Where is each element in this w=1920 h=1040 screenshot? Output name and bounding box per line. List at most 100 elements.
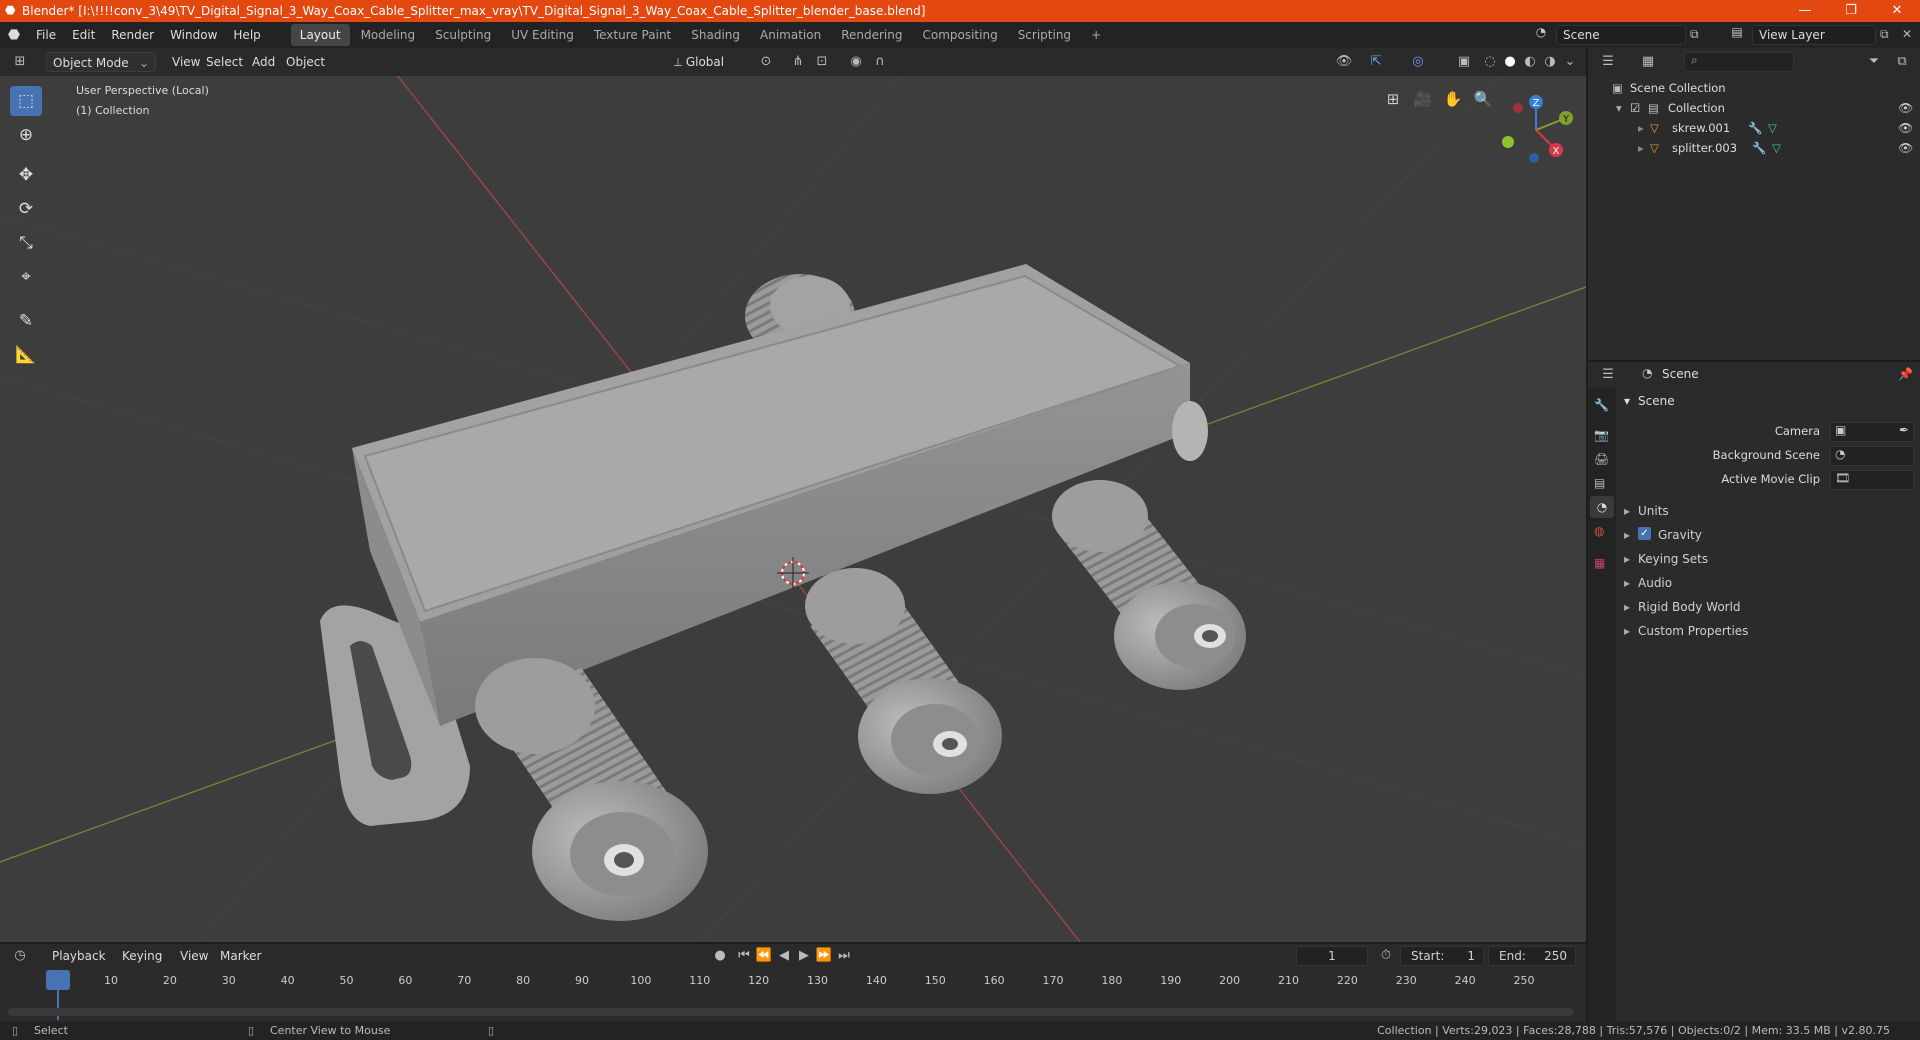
- properties-editor-icon[interactable]: ☰: [1598, 365, 1618, 385]
- menu-add[interactable]: Add: [246, 52, 281, 72]
- scene-field[interactable]: Scene: [1556, 25, 1686, 45]
- tab-modeling[interactable]: Modeling: [352, 24, 425, 46]
- close-icon[interactable]: ✕: [1874, 0, 1920, 22]
- tab-compositing[interactable]: Compositing: [913, 24, 1006, 46]
- gravity-checkbox[interactable]: ✓: [1638, 527, 1651, 540]
- expand-arrow-icon[interactable]: ▸: [1638, 138, 1644, 158]
- annotate-tool-icon[interactable]: ✎: [10, 306, 42, 336]
- menu-object[interactable]: Object: [280, 52, 331, 72]
- panel-collapse-icon[interactable]: ▾: [1624, 394, 1630, 408]
- snap-icon[interactable]: ⋔: [788, 52, 808, 72]
- mesh-data-icon[interactable]: ▽: [1768, 118, 1777, 138]
- minimize-icon[interactable]: —: [1782, 0, 1828, 22]
- shading-options-icon[interactable]: ⌄: [1560, 52, 1580, 72]
- menu-help[interactable]: Help: [225, 22, 268, 48]
- rotate-tool-icon[interactable]: ⟳: [10, 194, 42, 224]
- new-view-layer-icon[interactable]: ⧉: [1880, 27, 1889, 42]
- keying-sets-section[interactable]: ▸ Keying Sets: [1624, 550, 1914, 570]
- collection-checkbox-icon[interactable]: ☑: [1630, 98, 1640, 118]
- select-box-icon[interactable]: ⬚: [10, 86, 42, 116]
- outliner-row-object[interactable]: ▸ ▽ splitter.003 🔧 ▽ 👁: [1588, 138, 1920, 158]
- scale-tool-icon[interactable]: ⤡: [10, 228, 42, 258]
- scene-selector-icon[interactable]: ◔: [1530, 25, 1552, 45]
- units-section[interactable]: ▸ Units: [1624, 502, 1914, 522]
- expand-arrow-icon[interactable]: ▸: [1638, 118, 1644, 138]
- camera-view-icon[interactable]: 🎥: [1410, 86, 1436, 112]
- new-scene-icon[interactable]: ⧉: [1690, 27, 1699, 42]
- navigation-gizmo[interactable]: Z Y X: [1496, 90, 1576, 170]
- cursor-tool-icon[interactable]: ⊕: [10, 120, 42, 150]
- texture-tab-icon[interactable]: ▦: [1594, 556, 1605, 570]
- playhead-indicator[interactable]: [46, 970, 70, 990]
- view-layer-icon[interactable]: ▤: [1726, 25, 1748, 39]
- new-collection-icon[interactable]: ⧉: [1892, 52, 1912, 72]
- maximize-icon[interactable]: ❐: [1828, 0, 1874, 22]
- modifier-wrench-icon[interactable]: 🔧: [1748, 118, 1762, 138]
- outliner-row-collection[interactable]: ▾ ☑ ▤ Collection 👁: [1588, 98, 1920, 118]
- eye-icon[interactable]: 👁: [1898, 138, 1913, 158]
- eyedropper-icon[interactable]: ✒: [1899, 423, 1909, 437]
- zoom-icon[interactable]: 🔍: [1470, 86, 1496, 112]
- scene-panel-title[interactable]: Scene: [1638, 394, 1675, 408]
- menu-window[interactable]: Window: [162, 22, 225, 48]
- timeline-scrollbar[interactable]: [8, 1008, 1574, 1016]
- visibility-icon[interactable]: 👁: [1334, 52, 1354, 72]
- filter-icon[interactable]: ⏷: [1864, 52, 1884, 72]
- pivot-point-icon[interactable]: ⊙: [756, 52, 776, 72]
- falloff-icon[interactable]: ∩: [870, 52, 890, 72]
- tab-layout[interactable]: Layout: [290, 24, 350, 46]
- toggle-ortho-icon[interactable]: ⊞: [1380, 86, 1406, 112]
- tab-scripting[interactable]: Scripting: [1009, 24, 1080, 46]
- add-workspace-icon[interactable]: +: [1082, 24, 1110, 46]
- tab-uv-editing[interactable]: UV Editing: [502, 24, 583, 46]
- background-scene-field[interactable]: ◔: [1830, 446, 1914, 466]
- tab-animation[interactable]: Animation: [751, 24, 830, 46]
- custom-properties-section[interactable]: ▸ Custom Properties: [1624, 622, 1914, 642]
- editor-type-icon[interactable]: ⊞: [10, 52, 30, 72]
- active-movie-clip-field[interactable]: 🎞: [1830, 470, 1914, 490]
- tab-texture-paint[interactable]: Texture Paint: [585, 24, 680, 46]
- outliner-row-object[interactable]: ▸ ▽ skrew.001 🔧 ▽ 👁: [1588, 118, 1920, 138]
- blender-menu-icon[interactable]: ⬣: [0, 27, 28, 43]
- solid-shading-icon[interactable]: ●: [1500, 52, 1520, 72]
- eye-icon[interactable]: 👁: [1898, 118, 1913, 138]
- world-tab-icon[interactable]: ◍: [1594, 524, 1604, 538]
- menu-edit[interactable]: Edit: [64, 22, 103, 48]
- outliner-row-scene-collection[interactable]: ▣ Scene Collection: [1588, 78, 1920, 98]
- remove-view-layer-icon[interactable]: ✕: [1902, 27, 1912, 41]
- tab-shading[interactable]: Shading: [682, 24, 749, 46]
- view-layer-field[interactable]: View Layer: [1752, 25, 1876, 45]
- rendered-shading-icon[interactable]: ◑: [1540, 52, 1560, 72]
- tab-sculpting[interactable]: Sculpting: [426, 24, 500, 46]
- transform-orientation-dropdown[interactable]: ⟂ Global: [668, 52, 744, 72]
- tool-tab-icon[interactable]: 🔧: [1594, 398, 1609, 412]
- overlays-icon[interactable]: ◎: [1408, 52, 1428, 72]
- view-layer-tab-icon[interactable]: ▤: [1594, 476, 1605, 490]
- material-shading-icon[interactable]: ◐: [1520, 52, 1540, 72]
- menu-select[interactable]: Select: [200, 52, 249, 72]
- wireframe-shading-icon[interactable]: ◌: [1480, 52, 1500, 72]
- mode-dropdown[interactable]: Object Mode ⌄: [46, 52, 156, 72]
- menu-render[interactable]: Render: [103, 22, 162, 48]
- measure-tool-icon[interactable]: 📐: [10, 340, 42, 370]
- modifier-wrench-icon[interactable]: 🔧: [1752, 138, 1766, 158]
- snap-target-icon[interactable]: ⊡: [812, 52, 832, 72]
- xray-icon[interactable]: ▣: [1454, 52, 1474, 72]
- output-tab-icon[interactable]: 🖨: [1594, 452, 1609, 466]
- mesh-data-icon[interactable]: ▽: [1772, 138, 1781, 158]
- gravity-section[interactable]: ▸ ✓ Gravity: [1624, 526, 1914, 546]
- outliner-search-input[interactable]: ⌕: [1684, 52, 1794, 72]
- move-tool-icon[interactable]: ✥: [10, 160, 42, 190]
- proportional-editing-icon[interactable]: ◉: [846, 52, 866, 72]
- transform-tool-icon[interactable]: ⌖: [10, 262, 42, 292]
- eye-icon[interactable]: 👁: [1898, 98, 1913, 118]
- expand-arrow-icon[interactable]: ▾: [1616, 98, 1622, 118]
- display-mode-icon[interactable]: ▦: [1638, 52, 1658, 72]
- audio-section[interactable]: ▸ Audio: [1624, 574, 1914, 594]
- tab-rendering[interactable]: Rendering: [832, 24, 911, 46]
- render-tab-icon[interactable]: 📷: [1594, 428, 1609, 442]
- pan-hand-icon[interactable]: ✋: [1440, 86, 1466, 112]
- rigid-body-world-section[interactable]: ▸ Rigid Body World: [1624, 598, 1914, 618]
- menu-file[interactable]: File: [28, 22, 64, 48]
- gizmo-toggle-icon[interactable]: ⇱: [1366, 52, 1386, 72]
